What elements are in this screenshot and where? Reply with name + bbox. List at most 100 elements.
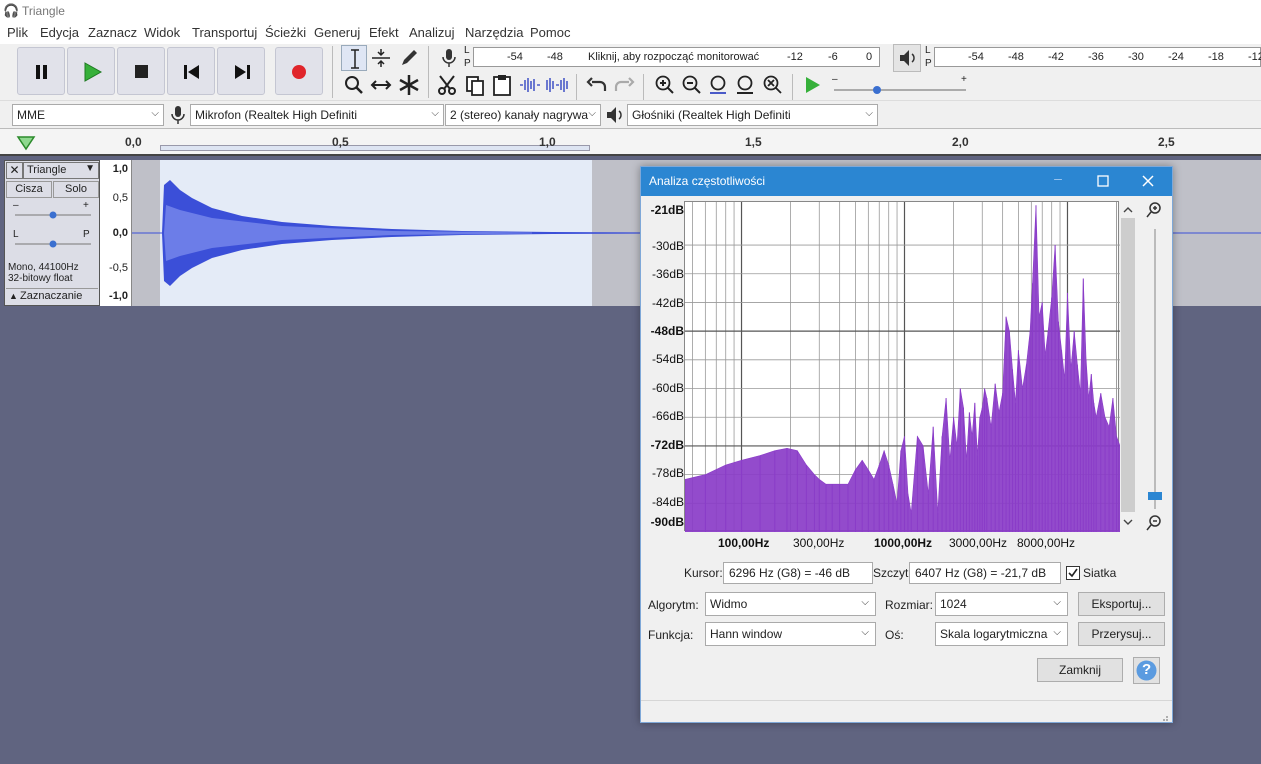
vertical-scroll-up[interactable] — [1121, 203, 1135, 217]
size-label: Rozmiar: — [885, 598, 934, 612]
export-label: Eksportuj... — [1091, 597, 1152, 611]
multi-tool[interactable] — [396, 72, 422, 98]
recording-device-select[interactable]: Mikrofon (Realtek High Definiti ⌵ — [190, 104, 444, 126]
chevron-down-icon: ⌵ — [588, 108, 596, 119]
pause-button[interactable] — [17, 47, 65, 95]
menu-file[interactable]: Plik — [7, 25, 28, 40]
zoom-out-button[interactable] — [679, 72, 705, 98]
menu-generate[interactable]: Generuj — [314, 25, 360, 40]
redo-button[interactable] — [611, 72, 637, 98]
minimize-button[interactable]: – — [1047, 170, 1069, 192]
play-tick: -12 — [1248, 51, 1261, 63]
gain-slider[interactable]: – + — [13, 200, 93, 221]
track-name: Triangle — [27, 164, 67, 176]
menu-edit[interactable]: Edycja — [40, 25, 79, 40]
close-button[interactable] — [1137, 172, 1159, 192]
scale-label: -1,0 — [109, 290, 128, 302]
skip-end-button[interactable] — [217, 47, 265, 95]
zoom-toggle-button[interactable] — [760, 72, 786, 98]
paste-button[interactable] — [489, 72, 515, 98]
stop-button[interactable] — [117, 47, 165, 95]
zoom-out-icon[interactable] — [1144, 513, 1164, 533]
size-select[interactable]: 1024 ⌵ — [935, 592, 1068, 616]
toolbar-separator — [428, 46, 429, 98]
pin-playhead-button[interactable] — [14, 132, 38, 153]
mute-button[interactable]: Cisza — [6, 181, 52, 198]
gain-minus-label: – — [13, 200, 19, 211]
spectrum-plot[interactable] — [684, 201, 1121, 533]
export-button[interactable]: Eksportuj... — [1078, 592, 1165, 616]
axis-select[interactable]: Skala logarytmiczna ⌵ — [935, 622, 1068, 646]
vertical-scroll-down[interactable] — [1121, 515, 1135, 529]
pencil-icon — [402, 50, 417, 65]
menu-tools[interactable]: Narzędzia — [465, 25, 524, 40]
size-value: 1024 — [940, 597, 967, 611]
track-close-button[interactable]: ✕ — [6, 162, 23, 179]
record-tick: -6 — [828, 51, 838, 63]
vertical-scrollbar[interactable] — [1121, 218, 1135, 512]
peak-field: 6407 Hz (G8) = -21,7 dB — [909, 562, 1061, 584]
audio-host-select[interactable]: MME ⌵ — [12, 104, 164, 126]
redo-icon — [614, 77, 635, 91]
play-button[interactable] — [67, 47, 115, 95]
app-title: Triangle — [22, 4, 65, 18]
skip-start-button[interactable] — [167, 47, 215, 95]
timeline-ruler[interactable]: 0,0 0,5 1,0 1,5 2,0 2,5 — [0, 128, 1261, 156]
mic-icon[interactable] — [438, 47, 460, 72]
record-meter[interactable]: -54 -48 Kliknij, aby rozpocząć monitorow… — [473, 47, 880, 67]
maximize-button[interactable] — [1092, 172, 1114, 192]
fit-project-button[interactable] — [733, 72, 759, 98]
record-icon — [292, 65, 306, 79]
resize-grip-icon[interactable] — [1159, 711, 1169, 721]
record-button[interactable] — [275, 47, 323, 95]
solo-button[interactable]: Solo — [53, 181, 99, 198]
undo-button[interactable] — [584, 72, 610, 98]
close-dialog-button[interactable]: Zamknij — [1037, 658, 1123, 682]
chevron-up-icon — [1123, 207, 1133, 213]
menu-view[interactable]: Widok — [144, 25, 180, 40]
recording-channels-select[interactable]: 2 (stereo) kanały nagrywa ⌵ — [445, 104, 601, 126]
playback-device-select[interactable]: Głośniki (Realtek High Definiti ⌵ — [627, 104, 878, 126]
trim-button[interactable] — [517, 72, 543, 98]
menu-analyze[interactable]: Analizuj — [409, 25, 455, 40]
play-speed-slider[interactable]: – + — [830, 74, 970, 98]
record-monitor-prompt[interactable]: Kliknij, aby rozpocząć monitorować — [588, 51, 759, 63]
copy-button[interactable] — [462, 72, 488, 98]
zoom-in-icon[interactable] — [1144, 200, 1164, 220]
draw-tool[interactable] — [396, 45, 422, 71]
algorithm-select[interactable]: Widmo ⌵ — [705, 592, 876, 616]
clipboard-icon — [493, 75, 511, 96]
vertical-zoom-slider[interactable] — [1148, 229, 1166, 509]
zoom-tool[interactable] — [341, 72, 367, 98]
chevron-down-icon — [1123, 519, 1133, 525]
menu-effect[interactable]: Efekt — [369, 25, 399, 40]
x-tick-label: 8000,00Hz — [1017, 536, 1076, 550]
silence-button[interactable] — [544, 72, 570, 98]
scale-label: -0,5 — [109, 262, 128, 274]
zoom-in-button[interactable] — [652, 72, 678, 98]
timeshift-tool[interactable] — [368, 72, 394, 98]
vertical-scale[interactable]: 1,0 0,5 0,0 -0,5 -1,0 — [100, 160, 132, 306]
envelope-tool[interactable] — [368, 45, 394, 71]
play-at-speed-button[interactable] — [800, 72, 826, 98]
menu-help[interactable]: Pomoc — [530, 25, 570, 40]
cut-button[interactable] — [435, 72, 461, 98]
speaker-icon[interactable] — [893, 44, 921, 72]
track-select-button[interactable]: ▲ Zaznaczanie — [6, 288, 98, 305]
function-select[interactable]: Hann window ⌵ — [705, 622, 876, 646]
menu-tracks[interactable]: Ścieżki — [265, 25, 306, 40]
asterisk-icon — [399, 75, 419, 95]
menu-transport[interactable]: Transportuj — [192, 25, 257, 40]
menu-select[interactable]: Zaznacz — [88, 25, 137, 40]
meter-p-label: P — [464, 58, 471, 69]
fit-selection-button[interactable] — [706, 72, 732, 98]
help-button[interactable]: ? — [1133, 657, 1160, 684]
grid-checkbox[interactable] — [1066, 566, 1080, 580]
selection-range-bar[interactable] — [160, 145, 590, 151]
selection-tool[interactable] — [341, 45, 367, 71]
playback-meter[interactable]: -54 -48 -42 -36 -30 -24 -18 -12 — [934, 47, 1261, 67]
pan-slider[interactable]: L P — [13, 229, 93, 249]
solo-label: Solo — [64, 183, 88, 195]
track-name-menu[interactable]: Triangle ▼ — [23, 162, 99, 179]
replot-button[interactable]: Przerysuj... — [1078, 622, 1165, 646]
